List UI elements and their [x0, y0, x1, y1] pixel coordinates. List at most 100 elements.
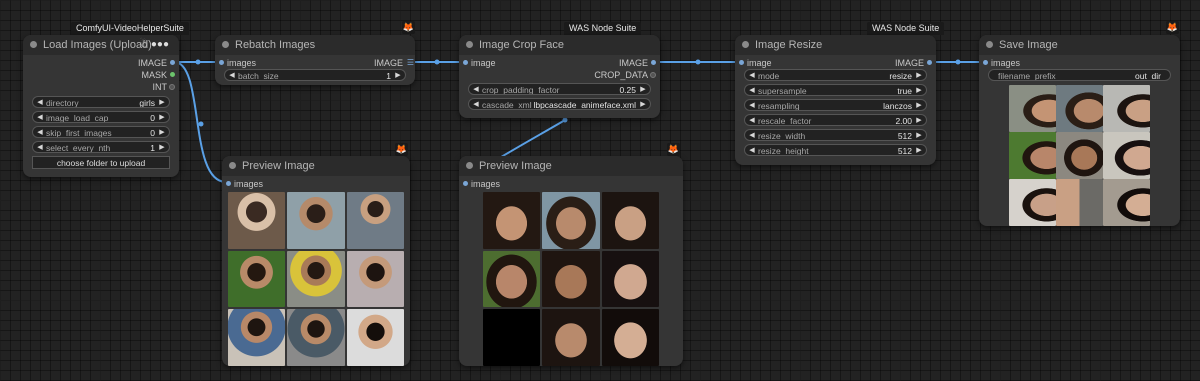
node-title[interactable]: Save Image	[979, 35, 1180, 55]
preview-thumbnail[interactable]	[287, 192, 345, 249]
widget-filename-prefix[interactable]: filename_prefix out_dir	[988, 69, 1171, 81]
widget-resize-width[interactable]: ◀ resize_width 512 ▶	[744, 129, 927, 141]
arrow-right-icon[interactable]: ▶	[157, 112, 167, 122]
image-crop-face-node[interactable]: Image Crop Face image IMAGE CROP_DATA ◀ c…	[459, 35, 660, 118]
preview-thumbnail[interactable]	[346, 250, 404, 308]
save-image-node[interactable]: Save Image images filename_prefix out_dir	[979, 35, 1180, 226]
preview-thumbnail[interactable]	[542, 309, 600, 366]
image-resize-node[interactable]: Image Resize image IMAGE ◀ mode resize ▶ ◀ s…	[735, 35, 936, 165]
arrow-left-icon[interactable]: ◀	[747, 145, 757, 155]
node-title[interactable]: Image Crop Face	[459, 35, 660, 55]
output-slot-int[interactable]: INT	[153, 81, 180, 93]
output-slot-crop-data[interactable]: CROP_DATA	[594, 69, 660, 81]
saved-thumbnail[interactable]	[1009, 132, 1056, 179]
saved-thumbnail[interactable]	[1103, 85, 1150, 132]
arrow-left-icon[interactable]: ◀	[35, 127, 45, 137]
arrow-left-icon[interactable]: ◀	[227, 70, 237, 80]
choose-folder-button[interactable]: choose folder to upload	[32, 156, 170, 169]
widget-resampling[interactable]: ◀ resampling lanczos ▶	[744, 99, 927, 111]
saved-thumbnail[interactable]	[1009, 179, 1056, 226]
input-slot-images[interactable]: images	[979, 57, 1020, 69]
preview-thumbnail[interactable]	[346, 192, 404, 249]
collapse-dot[interactable]	[466, 41, 473, 48]
node-title[interactable]: Image Resize	[735, 35, 936, 55]
output-slot-image[interactable]: IMAGE	[138, 57, 179, 69]
input-slot-images[interactable]: images	[222, 178, 263, 190]
widget-resize-height[interactable]: ◀ resize_height 512 ▶	[744, 144, 927, 156]
widget-supersample[interactable]: ◀ supersample true ▶	[744, 84, 927, 96]
preview-thumbnail[interactable]	[287, 250, 345, 308]
input-slot-images[interactable]: images	[215, 57, 256, 69]
widget-cascade-xml[interactable]: ◀ cascade_xml lbpcascade_animeface.xml ▶	[468, 98, 651, 110]
saved-thumbnail[interactable]	[1056, 85, 1103, 132]
arrow-left-icon[interactable]: ◀	[35, 142, 45, 152]
preview-image-node[interactable]: Preview Image images	[222, 156, 410, 366]
preview-image-grid[interactable]	[483, 192, 659, 366]
arrow-right-icon[interactable]: ▶	[638, 84, 648, 94]
widget-mode[interactable]: ◀ mode resize ▶	[744, 69, 927, 81]
widget-image-load-cap[interactable]: ◀ image_load_cap 0 ▶	[32, 111, 170, 123]
widget-skip-first-images[interactable]: ◀ skip_first_images 0 ▶	[32, 126, 170, 138]
arrow-right-icon[interactable]: ▶	[914, 145, 924, 155]
arrow-left-icon[interactable]: ◀	[471, 99, 481, 109]
preview-thumbnail[interactable]	[542, 250, 600, 308]
preview-thumbnail[interactable]	[228, 250, 286, 308]
widget-select-every-nth[interactable]: ◀ select_every_nth 1 ▶	[32, 141, 170, 153]
preview-image-node[interactable]: Preview Image images	[459, 156, 683, 366]
load-images-node[interactable]: Load Images (Upload) ☃ ●●● IMAGE MASK IN…	[23, 35, 179, 177]
collapse-dot[interactable]	[229, 162, 236, 169]
widget-rescale-factor[interactable]: ◀ rescale_factor 2.00 ▶	[744, 114, 927, 126]
arrow-right-icon[interactable]: ▶	[914, 100, 924, 110]
preview-thumbnail[interactable]	[601, 250, 659, 308]
arrow-left-icon[interactable]: ◀	[471, 84, 481, 94]
arrow-left-icon[interactable]: ◀	[35, 97, 45, 107]
preview-thumbnail[interactable]	[601, 309, 659, 366]
preview-thumbnail[interactable]	[542, 192, 600, 249]
arrow-right-icon[interactable]: ▶	[638, 99, 648, 109]
node-title[interactable]: Rebatch Images	[215, 35, 415, 55]
output-slot-image[interactable]: IMAGE	[895, 57, 936, 69]
collapse-dot[interactable]	[742, 41, 749, 48]
node-title[interactable]: Preview Image	[459, 156, 683, 176]
preview-image-grid[interactable]	[228, 192, 404, 366]
preview-thumbnail[interactable]	[228, 309, 286, 366]
input-slot-image[interactable]: image	[735, 57, 772, 69]
node-title[interactable]: Load Images (Upload) ☃ ●●●	[23, 35, 179, 55]
node-title[interactable]: Preview Image	[222, 156, 410, 176]
widget-batch-size[interactable]: ◀ batch_size 1 ▶	[224, 69, 406, 81]
preview-thumbnail[interactable]	[287, 309, 345, 366]
preview-thumbnail[interactable]	[346, 309, 404, 366]
collapse-dot[interactable]	[222, 41, 229, 48]
arrow-left-icon[interactable]: ◀	[747, 70, 757, 80]
preview-thumbnail[interactable]	[483, 192, 541, 249]
preview-thumbnail[interactable]	[601, 192, 659, 249]
arrow-right-icon[interactable]: ▶	[914, 85, 924, 95]
saved-thumbnail[interactable]	[1103, 179, 1150, 226]
arrow-right-icon[interactable]: ▶	[157, 142, 167, 152]
saved-thumbnail[interactable]	[1056, 132, 1103, 179]
saved-thumbnail[interactable]	[1009, 85, 1056, 132]
arrow-right-icon[interactable]: ▶	[914, 70, 924, 80]
arrow-right-icon[interactable]: ▶	[914, 130, 924, 140]
preview-thumbnail[interactable]	[483, 309, 541, 366]
arrow-right-icon[interactable]: ▶	[157, 127, 167, 137]
collapse-dot[interactable]	[30, 41, 37, 48]
arrow-left-icon[interactable]: ◀	[747, 100, 757, 110]
output-slot-image[interactable]: IMAGE ☰	[374, 57, 415, 69]
input-slot-images[interactable]: images	[459, 178, 500, 190]
output-slot-image[interactable]: IMAGE	[619, 57, 660, 69]
arrow-left-icon[interactable]: ◀	[747, 130, 757, 140]
arrow-right-icon[interactable]: ▶	[914, 115, 924, 125]
arrow-left-icon[interactable]: ◀	[747, 85, 757, 95]
saved-thumbnail[interactable]	[1103, 132, 1150, 179]
saved-thumbnail[interactable]	[1056, 179, 1103, 226]
arrow-left-icon[interactable]: ◀	[747, 115, 757, 125]
input-slot-image[interactable]: image	[459, 57, 496, 69]
arrow-right-icon[interactable]: ▶	[157, 97, 167, 107]
widget-crop-padding-factor[interactable]: ◀ crop_padding_factor 0.25 ▶	[468, 83, 651, 95]
collapse-dot[interactable]	[466, 162, 473, 169]
widget-directory[interactable]: ◀ directory girls ▶	[32, 96, 170, 108]
preview-thumbnail[interactable]	[228, 192, 286, 249]
arrow-right-icon[interactable]: ▶	[393, 70, 403, 80]
rebatch-images-node[interactable]: Rebatch Images images IMAGE ☰ ◀ batch_size…	[215, 35, 415, 85]
